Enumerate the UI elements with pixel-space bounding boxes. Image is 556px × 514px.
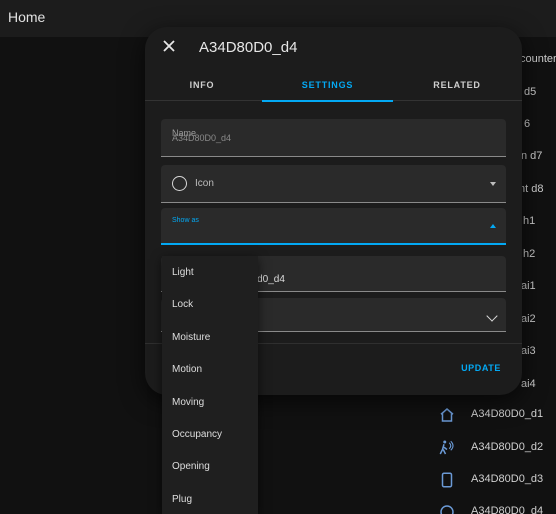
menu-option[interactable]: Plug	[162, 484, 258, 514]
name-field[interactable]: Name A34D80D0_d4	[161, 119, 506, 157]
menu-option[interactable]: Lock	[162, 289, 258, 321]
bg-label: ai4	[521, 378, 536, 390]
circle-outline-icon	[172, 176, 187, 191]
bg-label: n d7	[521, 150, 543, 162]
menu-option[interactable]: Moving	[162, 387, 258, 419]
menu-option[interactable]: Occupancy	[162, 419, 258, 451]
show-as-label: Show as	[172, 217, 199, 224]
entity-name: A34D80D0_d4	[471, 505, 544, 514]
bg-label: nt d8	[519, 183, 544, 195]
caret-down-icon	[490, 182, 496, 186]
caret-up-icon	[490, 224, 496, 228]
entity-name: A34D80D0_d2	[471, 441, 544, 453]
update-button[interactable]: UPDATE	[461, 363, 501, 373]
circle-icon	[440, 505, 454, 514]
dialog-tabs: INFO SETTINGS RELATED	[145, 75, 522, 102]
bg-label: h1	[523, 215, 536, 227]
bg-label: counter_	[520, 53, 556, 65]
bg-label: ai1	[521, 280, 536, 292]
entity-name: A34D80D0_d1	[471, 408, 544, 420]
close-icon[interactable]	[161, 38, 177, 54]
home-icon	[440, 408, 454, 422]
icon-field-label: Icon	[195, 178, 214, 189]
entity-row[interactable]: A34D80D0_d2	[430, 433, 556, 463]
tablet-icon	[441, 472, 453, 488]
bg-label: ai3	[521, 345, 536, 357]
entity-row[interactable]: A34D80D0_d4	[430, 497, 556, 514]
icon-field[interactable]: Icon	[161, 165, 506, 203]
menu-option[interactable]: Motion	[162, 354, 258, 386]
entity-row[interactable]: A34D80D0_d1	[430, 400, 556, 430]
tab-related[interactable]: RELATED	[412, 75, 502, 101]
show-as-dropdown-menu: Light Lock Moisture Motion Moving Occupa…	[162, 256, 258, 514]
dialog-header: A34D80D0_d4	[145, 27, 522, 69]
name-field-placeholder: A34D80D0_d4	[172, 133, 232, 143]
bg-label: ai2	[521, 313, 536, 325]
dialog-title: A34D80D0_d4	[199, 39, 298, 56]
tab-settings[interactable]: SETTINGS	[262, 75, 393, 102]
menu-option[interactable]: Opening	[162, 451, 258, 483]
show-as-select[interactable]: Show as	[161, 208, 506, 245]
entity-name: A34D80D0_d3	[471, 473, 544, 485]
bg-label: d5	[524, 86, 537, 98]
entity-row[interactable]: A34D80D0_d3	[430, 465, 556, 495]
motion-sensor-icon	[439, 440, 454, 455]
tab-info[interactable]: INFO	[162, 75, 242, 101]
chevron-down-icon	[486, 310, 498, 322]
bg-label: h2	[523, 248, 536, 260]
menu-option[interactable]: Moisture	[162, 322, 258, 354]
menu-option[interactable]: Light	[162, 257, 258, 289]
bg-label: 6	[524, 118, 531, 130]
